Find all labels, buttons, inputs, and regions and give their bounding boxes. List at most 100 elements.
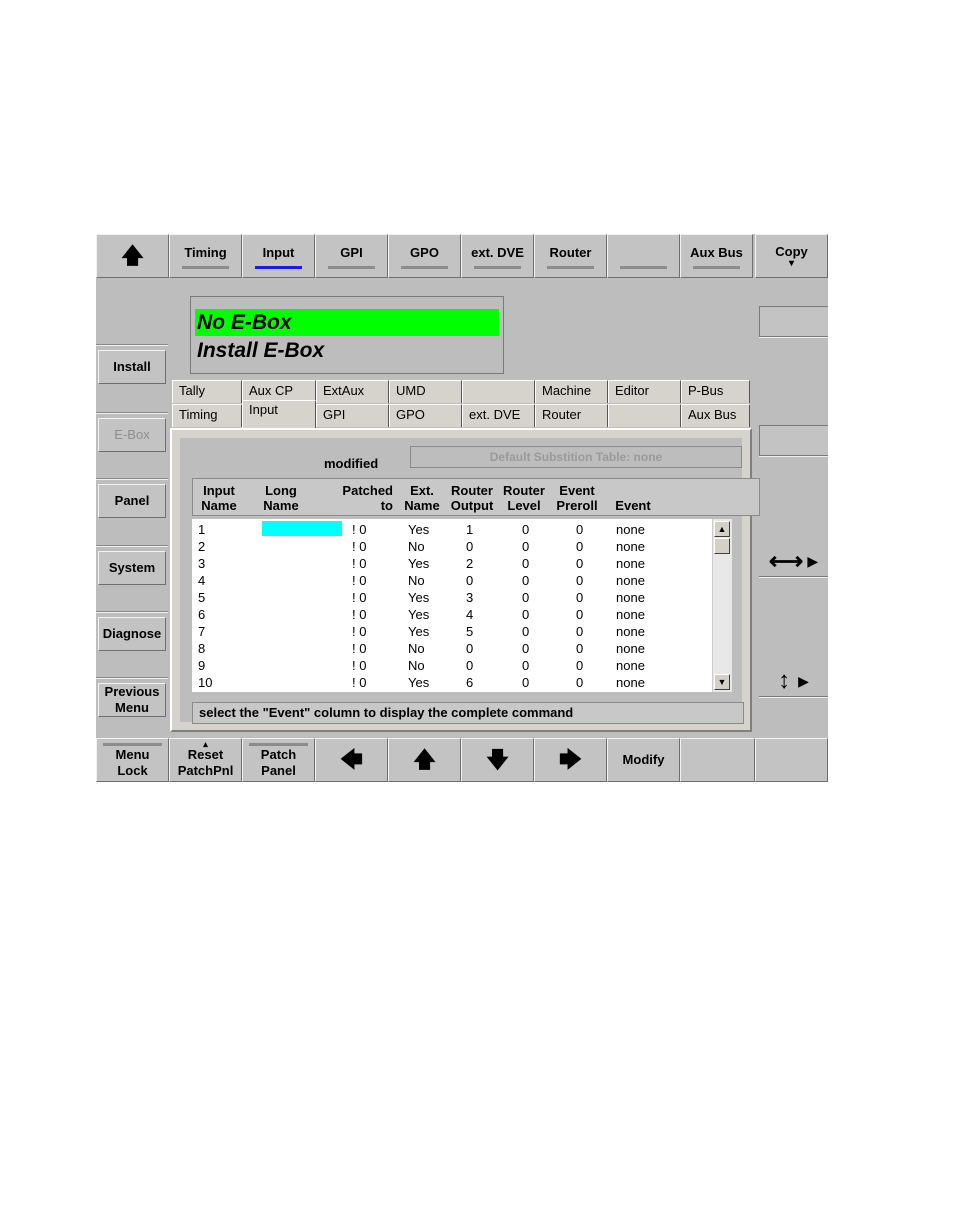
tab-1-empty-4[interactable] bbox=[462, 380, 535, 403]
column-header[interactable]: Input Name bbox=[201, 483, 237, 513]
table-cell[interactable]: 4 bbox=[466, 606, 473, 623]
table-cell[interactable]: Yes bbox=[408, 555, 429, 572]
table-cell[interactable]: 0 bbox=[522, 572, 529, 589]
scroll-up-icon[interactable]: ▲ bbox=[714, 521, 730, 537]
table-cell[interactable]: 3 bbox=[198, 555, 205, 572]
table-row[interactable]: 7 ! 0 Yes 5 0 0 none bbox=[192, 623, 712, 640]
table-row[interactable]: 2 ! 0 No 0 0 0 none bbox=[192, 538, 712, 555]
table-cell[interactable]: 3 bbox=[466, 589, 473, 606]
table-cell[interactable]: ! 0 bbox=[352, 555, 366, 572]
table-cell[interactable]: No bbox=[408, 572, 425, 589]
table-cell[interactable]: none bbox=[616, 606, 645, 623]
table-cell[interactable]: 0 bbox=[576, 572, 583, 589]
table-row[interactable]: 8 ! 0 No 0 0 0 none bbox=[192, 640, 712, 657]
table-cell[interactable]: none bbox=[616, 589, 645, 606]
tab-1-machine[interactable]: Machine bbox=[535, 380, 608, 403]
top-tab-timing[interactable]: Timing bbox=[169, 234, 242, 278]
top-tab-empty-6[interactable] bbox=[607, 234, 680, 278]
top-tab-ext-dve[interactable]: ext. DVE bbox=[461, 234, 534, 278]
previous-menu-button[interactable]: Previous Menu bbox=[98, 683, 166, 717]
table-cell[interactable]: No bbox=[408, 640, 425, 657]
table-cell[interactable]: none bbox=[616, 623, 645, 640]
tab-2-input[interactable]: Input bbox=[242, 400, 316, 428]
table-cell[interactable]: 6 bbox=[466, 674, 473, 691]
table-cell[interactable]: 0 bbox=[522, 606, 529, 623]
tab-1-umd[interactable]: UMD bbox=[389, 380, 462, 403]
tab-1-p-bus[interactable]: P-Bus bbox=[681, 380, 750, 403]
tab-1-extaux[interactable]: ExtAux bbox=[316, 380, 389, 403]
table-row[interactable]: 1 ! 0 Yes 1 0 0 none bbox=[192, 521, 712, 538]
vertical-scrollbar[interactable]: ▲ ▼ bbox=[712, 519, 732, 692]
table-cell[interactable]: 7 bbox=[198, 623, 205, 640]
table-cell[interactable]: none bbox=[616, 555, 645, 572]
modify-button[interactable]: Modify bbox=[607, 738, 680, 782]
table-cell[interactable]: none bbox=[616, 657, 645, 674]
table-cell[interactable]: 0 bbox=[576, 657, 583, 674]
scroll-thumb[interactable] bbox=[714, 538, 730, 554]
table-cell[interactable]: 0 bbox=[466, 538, 473, 555]
horizontal-adjust-button[interactable]: ⟷ ▶ bbox=[759, 546, 828, 576]
column-header[interactable]: Router Output bbox=[449, 483, 495, 513]
table-cell[interactable]: 0 bbox=[576, 623, 583, 640]
substitution-table-field[interactable]: Default Substition Table: none bbox=[410, 446, 742, 468]
up-arrow-button[interactable]: 🡅 bbox=[96, 234, 169, 278]
table-cell[interactable]: 9 bbox=[198, 657, 205, 674]
patch-panel-button[interactable]: Patch Panel bbox=[242, 738, 315, 782]
table-cell[interactable]: 0 bbox=[522, 538, 529, 555]
table-cell[interactable]: 0 bbox=[522, 623, 529, 640]
table-cell[interactable]: 0 bbox=[576, 589, 583, 606]
table-cell[interactable]: No bbox=[408, 538, 425, 555]
table-cell[interactable]: 0 bbox=[522, 521, 529, 538]
top-tab-gpi[interactable]: GPI bbox=[315, 234, 388, 278]
left-arrow-button[interactable]: 🡄 bbox=[315, 738, 388, 782]
table-cell[interactable]: Yes bbox=[408, 623, 429, 640]
copy-button[interactable]: Copy ▾ bbox=[755, 234, 828, 278]
table-row[interactable]: 3 ! 0 Yes 2 0 0 none bbox=[192, 555, 712, 572]
table-cell[interactable]: 0 bbox=[576, 555, 583, 572]
table-cell[interactable]: 4 bbox=[198, 572, 205, 589]
tab-2-gpo[interactable]: GPO bbox=[389, 404, 462, 427]
tab-2-router[interactable]: Router bbox=[535, 404, 608, 427]
table-cell[interactable]: 6 bbox=[198, 606, 205, 623]
table-cell[interactable]: 0 bbox=[576, 674, 583, 691]
table-cell[interactable]: Yes bbox=[408, 674, 429, 691]
table-cell[interactable]: 5 bbox=[466, 623, 473, 640]
diagnose-button[interactable]: Diagnose bbox=[98, 617, 166, 651]
table-cell[interactable]: 10 bbox=[198, 674, 212, 691]
tab-1-editor[interactable]: Editor bbox=[608, 380, 681, 403]
tab-2-ext-dve[interactable]: ext. DVE bbox=[462, 404, 535, 427]
table-cell[interactable]: 8 bbox=[198, 640, 205, 657]
table-cell[interactable]: 0 bbox=[576, 521, 583, 538]
table-cell[interactable]: none bbox=[616, 538, 645, 555]
column-header[interactable]: Router Level bbox=[503, 483, 545, 513]
table-row[interactable]: 10 ! 0 Yes 6 0 0 none bbox=[192, 674, 712, 691]
tab-2-empty-6[interactable] bbox=[608, 404, 681, 427]
table-cell[interactable]: ! 0 bbox=[352, 657, 366, 674]
table-cell[interactable]: Yes bbox=[408, 521, 429, 538]
up-arrow-bottom-button[interactable]: 🡅 bbox=[388, 738, 461, 782]
table-cell[interactable]: 0 bbox=[466, 640, 473, 657]
top-tab-aux-bus[interactable]: Aux Bus bbox=[680, 234, 753, 278]
table-cell[interactable]: 0 bbox=[522, 640, 529, 657]
table-cell[interactable]: 0 bbox=[522, 674, 529, 691]
ebox-button[interactable]: E-Box bbox=[98, 418, 166, 452]
scroll-down-icon[interactable]: ▼ bbox=[714, 674, 730, 690]
panel-button[interactable]: Panel bbox=[98, 484, 166, 518]
down-arrow-button[interactable]: 🡇 bbox=[461, 738, 534, 782]
table-cell[interactable]: ! 0 bbox=[352, 572, 366, 589]
tab-2-gpi[interactable]: GPI bbox=[316, 404, 389, 427]
top-tab-gpo[interactable]: GPO bbox=[388, 234, 461, 278]
table-cell[interactable]: 2 bbox=[198, 538, 205, 555]
table-cell[interactable]: 0 bbox=[576, 606, 583, 623]
table-cell[interactable]: 0 bbox=[576, 640, 583, 657]
table-row[interactable]: 6 ! 0 Yes 4 0 0 none bbox=[192, 606, 712, 623]
table-cell[interactable]: 1 bbox=[466, 521, 473, 538]
table-cell[interactable]: ! 0 bbox=[352, 589, 366, 606]
table-cell[interactable]: ! 0 bbox=[352, 640, 366, 657]
column-header[interactable]: Patched to bbox=[333, 483, 393, 513]
table-cell[interactable]: none bbox=[616, 640, 645, 657]
tab-2-aux-bus[interactable]: Aux Bus bbox=[681, 404, 750, 427]
table-cell[interactable]: none bbox=[616, 674, 645, 691]
table-cell[interactable]: 1 bbox=[198, 521, 205, 538]
bottom-empty-button-1[interactable] bbox=[680, 738, 755, 782]
